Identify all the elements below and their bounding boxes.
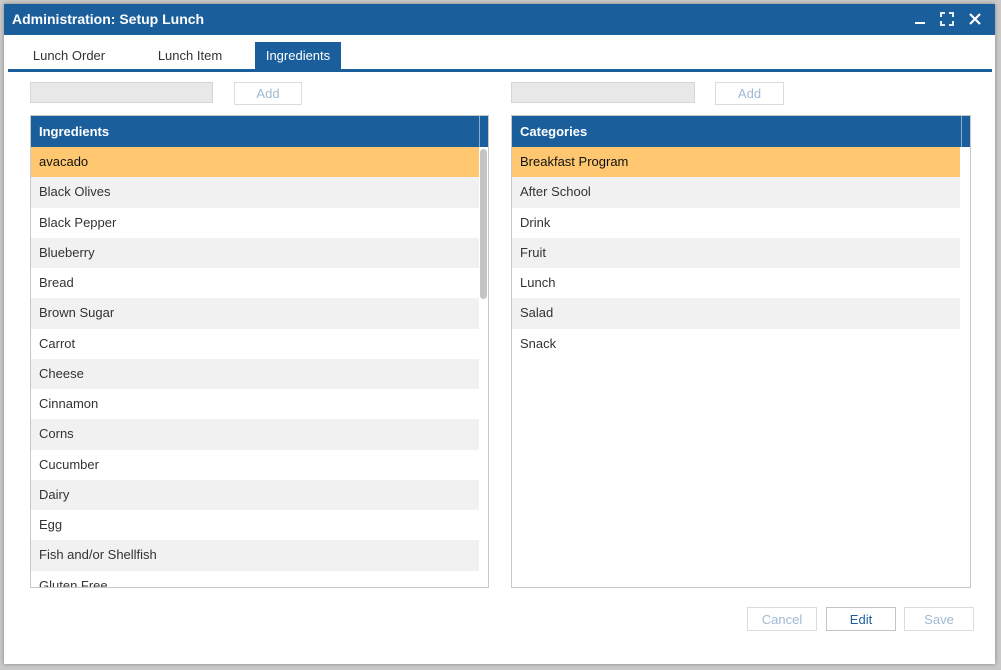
ingredient-row[interactable]: Cheese: [31, 358, 479, 389]
category-row[interactable]: Lunch: [512, 268, 960, 298]
ingredient-row[interactable]: Black Pepper: [31, 208, 479, 238]
ingredient-row[interactable]: Corns: [31, 419, 479, 450]
ingredient-row[interactable]: Fish and/or Shellfish: [31, 540, 479, 571]
category-row[interactable]: After School: [512, 177, 960, 208]
category-row[interactable]: Fruit: [512, 237, 960, 268]
window-title: Administration: Setup Lunch: [12, 11, 205, 27]
header-divider: [479, 116, 480, 147]
scrollbar-thumb[interactable]: [480, 149, 487, 299]
title-bar: Administration: Setup Lunch: [4, 4, 995, 35]
categories-header-label: Categories: [520, 124, 588, 139]
categories-list-header: Categories: [512, 116, 970, 147]
tab-lunch-order[interactable]: Lunch Order: [20, 42, 118, 69]
close-icon[interactable]: [963, 7, 987, 31]
cancel-button[interactable]: Cancel: [747, 607, 817, 631]
ingredients-header-label: Ingredients: [39, 124, 110, 139]
edit-button[interactable]: Edit: [826, 607, 896, 631]
maximize-icon[interactable]: [935, 7, 959, 31]
add-category-button[interactable]: Add: [715, 82, 784, 105]
ingredient-row[interactable]: Gluten Free: [31, 571, 479, 588]
ingredients-list: Ingredients avacado Black Olives Black Pep…: [30, 115, 489, 588]
categories-list: Categories Breakfast Program After School…: [511, 115, 971, 588]
tab-lunch-item[interactable]: Lunch Item: [141, 42, 239, 69]
category-row[interactable]: Salad: [512, 298, 960, 329]
setup-lunch-window: Administration: Setup Lunch Lunch Order …: [4, 4, 995, 664]
ingredient-row[interactable]: Carrot: [31, 329, 479, 359]
ingredient-row[interactable]: Brown Sugar: [31, 298, 479, 329]
ingredient-row[interactable]: avacado: [31, 147, 479, 178]
category-row[interactable]: Breakfast Program: [512, 147, 960, 178]
ingredient-rows: avacado Black Olives Black Pepper Blueberry…: [31, 147, 479, 587]
save-button[interactable]: Save: [904, 607, 974, 631]
ingredient-row[interactable]: Blueberry: [31, 237, 479, 268]
ingredient-row[interactable]: Egg: [31, 510, 479, 540]
ingredients-list-header: Ingredients: [31, 116, 488, 147]
category-rows: Breakfast Program After School Drink Fruit L…: [512, 147, 960, 359]
tab-ingredients[interactable]: Ingredients: [255, 42, 341, 69]
minimize-icon[interactable]: [908, 7, 932, 31]
category-row[interactable]: Snack: [512, 329, 960, 359]
ingredient-row[interactable]: Cucumber: [31, 450, 479, 480]
ingredients-scrollbar[interactable]: [480, 147, 488, 587]
category-row[interactable]: Drink: [512, 208, 960, 238]
header-divider: [961, 116, 962, 147]
add-ingredient-button[interactable]: Add: [234, 82, 302, 105]
ingredient-row[interactable]: Cinnamon: [31, 389, 479, 419]
ingredient-row[interactable]: Black Olives: [31, 177, 479, 208]
ingredient-row[interactable]: Bread: [31, 268, 479, 298]
ingredient-name-input[interactable]: [30, 82, 213, 103]
category-name-input[interactable]: [511, 82, 695, 103]
tab-bar: Lunch Order Lunch Item Ingredients: [8, 42, 992, 72]
ingredient-row[interactable]: Dairy: [31, 479, 479, 510]
